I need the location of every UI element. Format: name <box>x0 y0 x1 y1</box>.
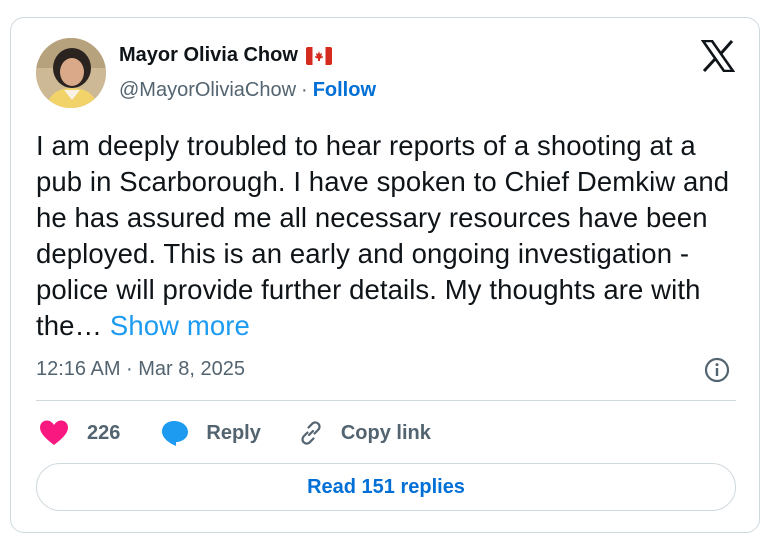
x-logo-icon[interactable] <box>701 40 735 72</box>
reply-bubble-icon <box>162 421 189 446</box>
tweet-text: I am deeply troubled to hear reports of … <box>36 128 746 344</box>
timestamp[interactable]: 12:16 AM · Mar 8, 2025 <box>36 358 245 381</box>
follow-button[interactable]: Follow <box>313 79 376 102</box>
like-button[interactable]: 226 <box>39 419 120 447</box>
reply-label: Reply <box>206 421 261 444</box>
divider <box>36 400 736 401</box>
read-replies-button[interactable]: Read 151 replies <box>36 463 736 511</box>
handle-row: @MayorOliviaChow · Follow <box>119 79 376 102</box>
canada-flag-icon <box>305 46 332 65</box>
handle[interactable]: @MayorOliviaChow <box>119 79 296 102</box>
show-more-link[interactable]: Show more <box>110 310 250 341</box>
like-count: 226 <box>87 421 121 444</box>
tweet-card: Mayor Olivia Chow @MayorOliviaChow · Fol… <box>10 17 760 533</box>
copy-link-label: Copy link <box>340 421 431 444</box>
link-icon <box>301 421 321 445</box>
avatar-image <box>36 38 106 108</box>
heart-icon <box>40 420 68 445</box>
info-icon[interactable] <box>703 356 731 384</box>
display-name[interactable]: Mayor Olivia Chow <box>119 44 298 67</box>
avatar[interactable] <box>36 38 106 108</box>
action-bar: 226 Reply Copy link <box>36 418 431 448</box>
separator-dot: · <box>301 79 308 101</box>
copy-link-button[interactable]: Copy link <box>297 419 431 447</box>
reply-button[interactable]: Reply <box>160 419 261 447</box>
name-row: Mayor Olivia Chow <box>119 44 332 67</box>
